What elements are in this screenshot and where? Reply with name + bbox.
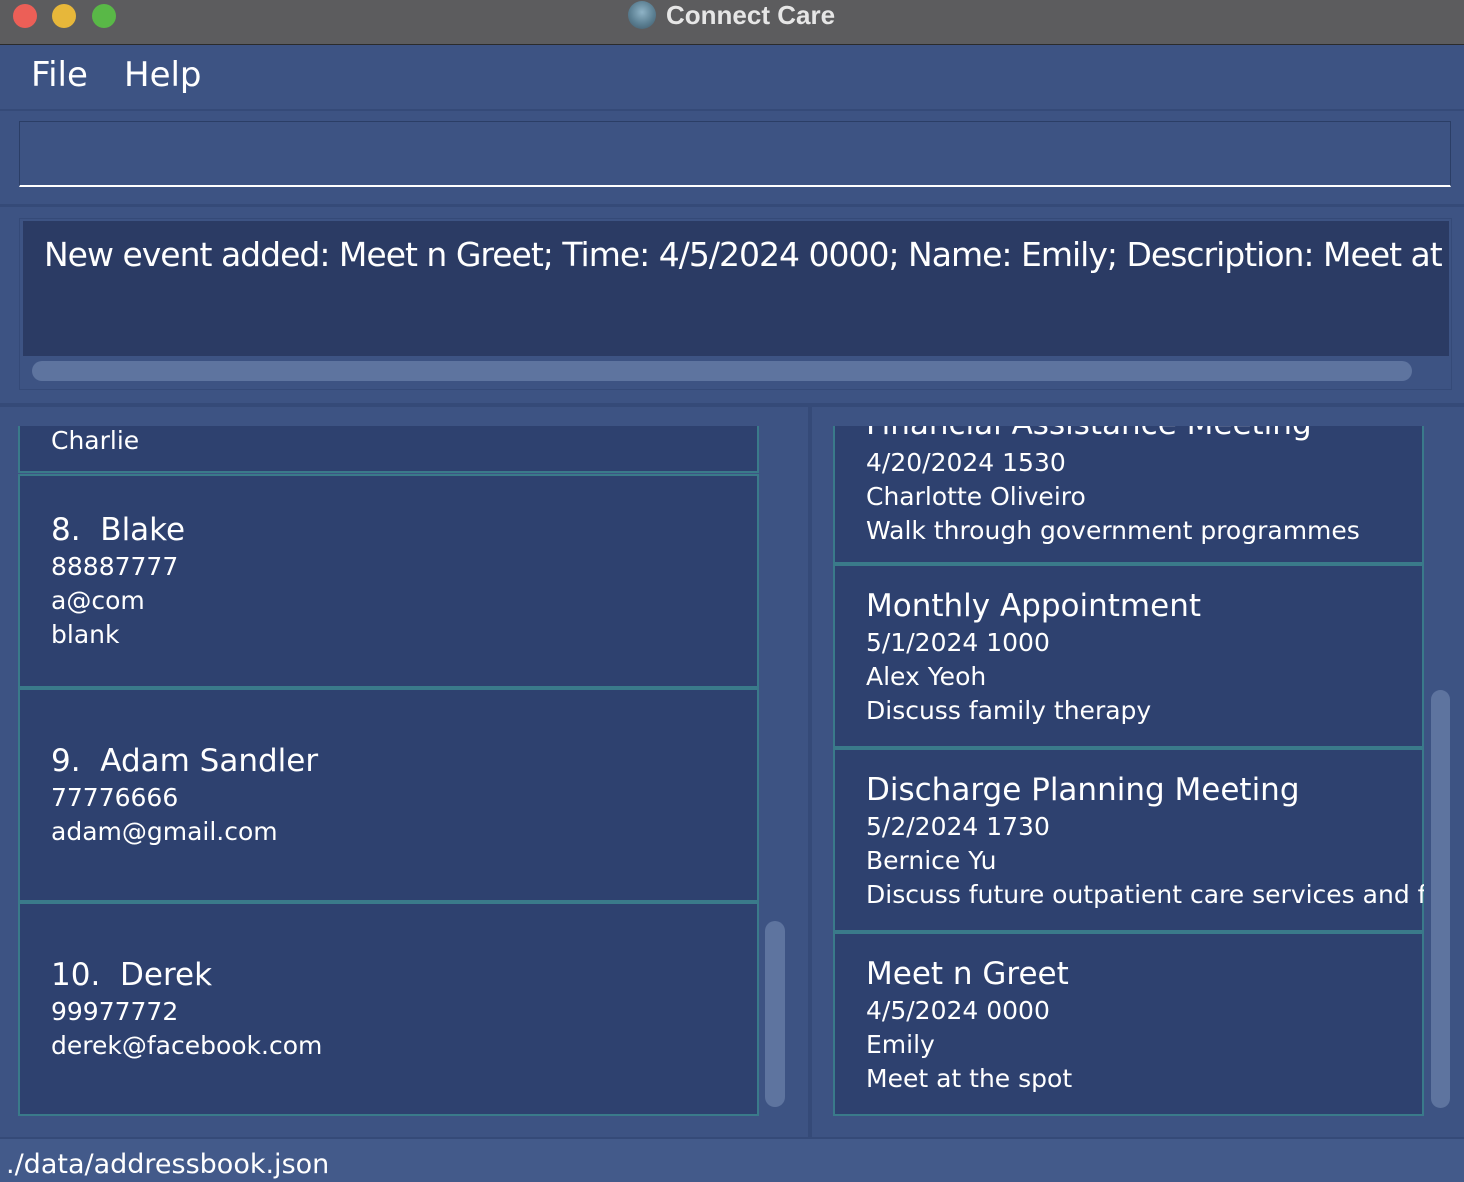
person-partial-text: Charlie: [51, 426, 140, 455]
person-email: derek@facebook.com: [51, 1031, 323, 1060]
person-phone: 77776666: [51, 783, 179, 812]
person-index: 8.: [51, 512, 81, 548]
event-description: Discuss future outpatient care services …: [866, 880, 1424, 909]
event-title: Meet n Greet: [866, 956, 1069, 992]
person-card[interactable]: 8. Blake 88887777 a@com blank: [18, 474, 759, 688]
person-card[interactable]: Charlie: [18, 426, 759, 473]
result-display: New event added: Meet n Greet; Time: 4/5…: [19, 218, 1452, 390]
event-list-scrollbar[interactable]: [1431, 690, 1450, 1108]
event-title: Financial Assistance Meeting: [866, 426, 1312, 442]
person-email: adam@gmail.com: [51, 817, 278, 846]
person-name: Blake: [100, 512, 186, 548]
event-title: Monthly Appointment: [866, 588, 1201, 624]
event-list[interactable]: Financial Assistance Meeting 4/20/2024 1…: [833, 426, 1424, 1116]
event-description: Walk through government programmes: [866, 516, 1360, 545]
event-description: Discuss family therapy: [866, 696, 1152, 725]
person-card[interactable]: 10. Derek 99977772 derek@facebook.com: [18, 902, 759, 1116]
person-index: 9.: [51, 743, 81, 779]
person-name: Adam Sandler: [100, 743, 319, 779]
section-divider: [0, 403, 1464, 407]
result-horizontal-scrollbar[interactable]: [32, 361, 1412, 381]
person-card[interactable]: 9. Adam Sandler 77776666 adam@gmail.com: [18, 688, 759, 902]
command-input[interactable]: [19, 121, 1451, 187]
person-list-scrollbar[interactable]: [765, 921, 785, 1107]
person-name: Derek: [120, 957, 213, 993]
minimize-window-button[interactable]: [52, 4, 76, 28]
window-title: Connect Care: [628, 0, 835, 30]
event-time: 4/20/2024 1530: [866, 448, 1066, 477]
command-panel: [0, 110, 1464, 207]
event-person: Bernice Yu: [866, 846, 997, 875]
app-logo-icon: [628, 1, 656, 29]
event-card[interactable]: Financial Assistance Meeting 4/20/2024 1…: [833, 426, 1424, 564]
save-file-path: ./data/addressbook.json: [6, 1149, 330, 1180]
person-title: 10. Derek: [51, 957, 212, 993]
person-phone: 88887777: [51, 552, 179, 581]
close-window-button[interactable]: [13, 4, 37, 28]
window-title-text: Connect Care: [666, 0, 836, 30]
person-index: 10.: [51, 957, 101, 993]
event-time: 5/2/2024 1730: [866, 812, 1050, 841]
title-bar: Connect Care: [0, 0, 1464, 45]
event-time: 5/1/2024 1000: [866, 628, 1050, 657]
person-phone: 99977772: [51, 997, 179, 1026]
result-text-area[interactable]: New event added: Meet n Greet; Time: 4/5…: [23, 221, 1449, 356]
event-card[interactable]: Monthly Appointment 5/1/2024 1000 Alex Y…: [833, 564, 1424, 748]
event-description: Meet at the spot: [866, 1064, 1073, 1093]
person-title: 8. Blake: [51, 512, 185, 548]
event-card[interactable]: Discharge Planning Meeting 5/2/2024 1730…: [833, 748, 1424, 932]
menu-help[interactable]: Help: [124, 55, 202, 95]
person-list[interactable]: Charlie 8. Blake 88887777 a@com blank 9.…: [18, 426, 759, 1116]
person-email: a@com: [51, 586, 145, 615]
menu-file[interactable]: File: [31, 55, 88, 95]
event-time: 4/5/2024 0000: [866, 996, 1050, 1025]
event-person: Alex Yeoh: [866, 662, 987, 691]
status-bar: ./data/addressbook.json: [0, 1137, 1464, 1182]
maximize-window-button[interactable]: [92, 4, 116, 28]
person-extra: blank: [51, 620, 120, 649]
menu-bar: File Help: [0, 45, 1464, 111]
event-person: Charlotte Oliveiro: [866, 482, 1086, 511]
person-title: 9. Adam Sandler: [51, 743, 318, 779]
event-card[interactable]: Meet n Greet 4/5/2024 0000 Emily Meet at…: [833, 932, 1424, 1116]
event-person: Emily: [866, 1030, 935, 1059]
result-message: New event added: Meet n Greet; Time: 4/5…: [44, 235, 1449, 274]
list-split-divider[interactable]: [808, 407, 812, 1137]
event-title: Discharge Planning Meeting: [866, 772, 1300, 808]
